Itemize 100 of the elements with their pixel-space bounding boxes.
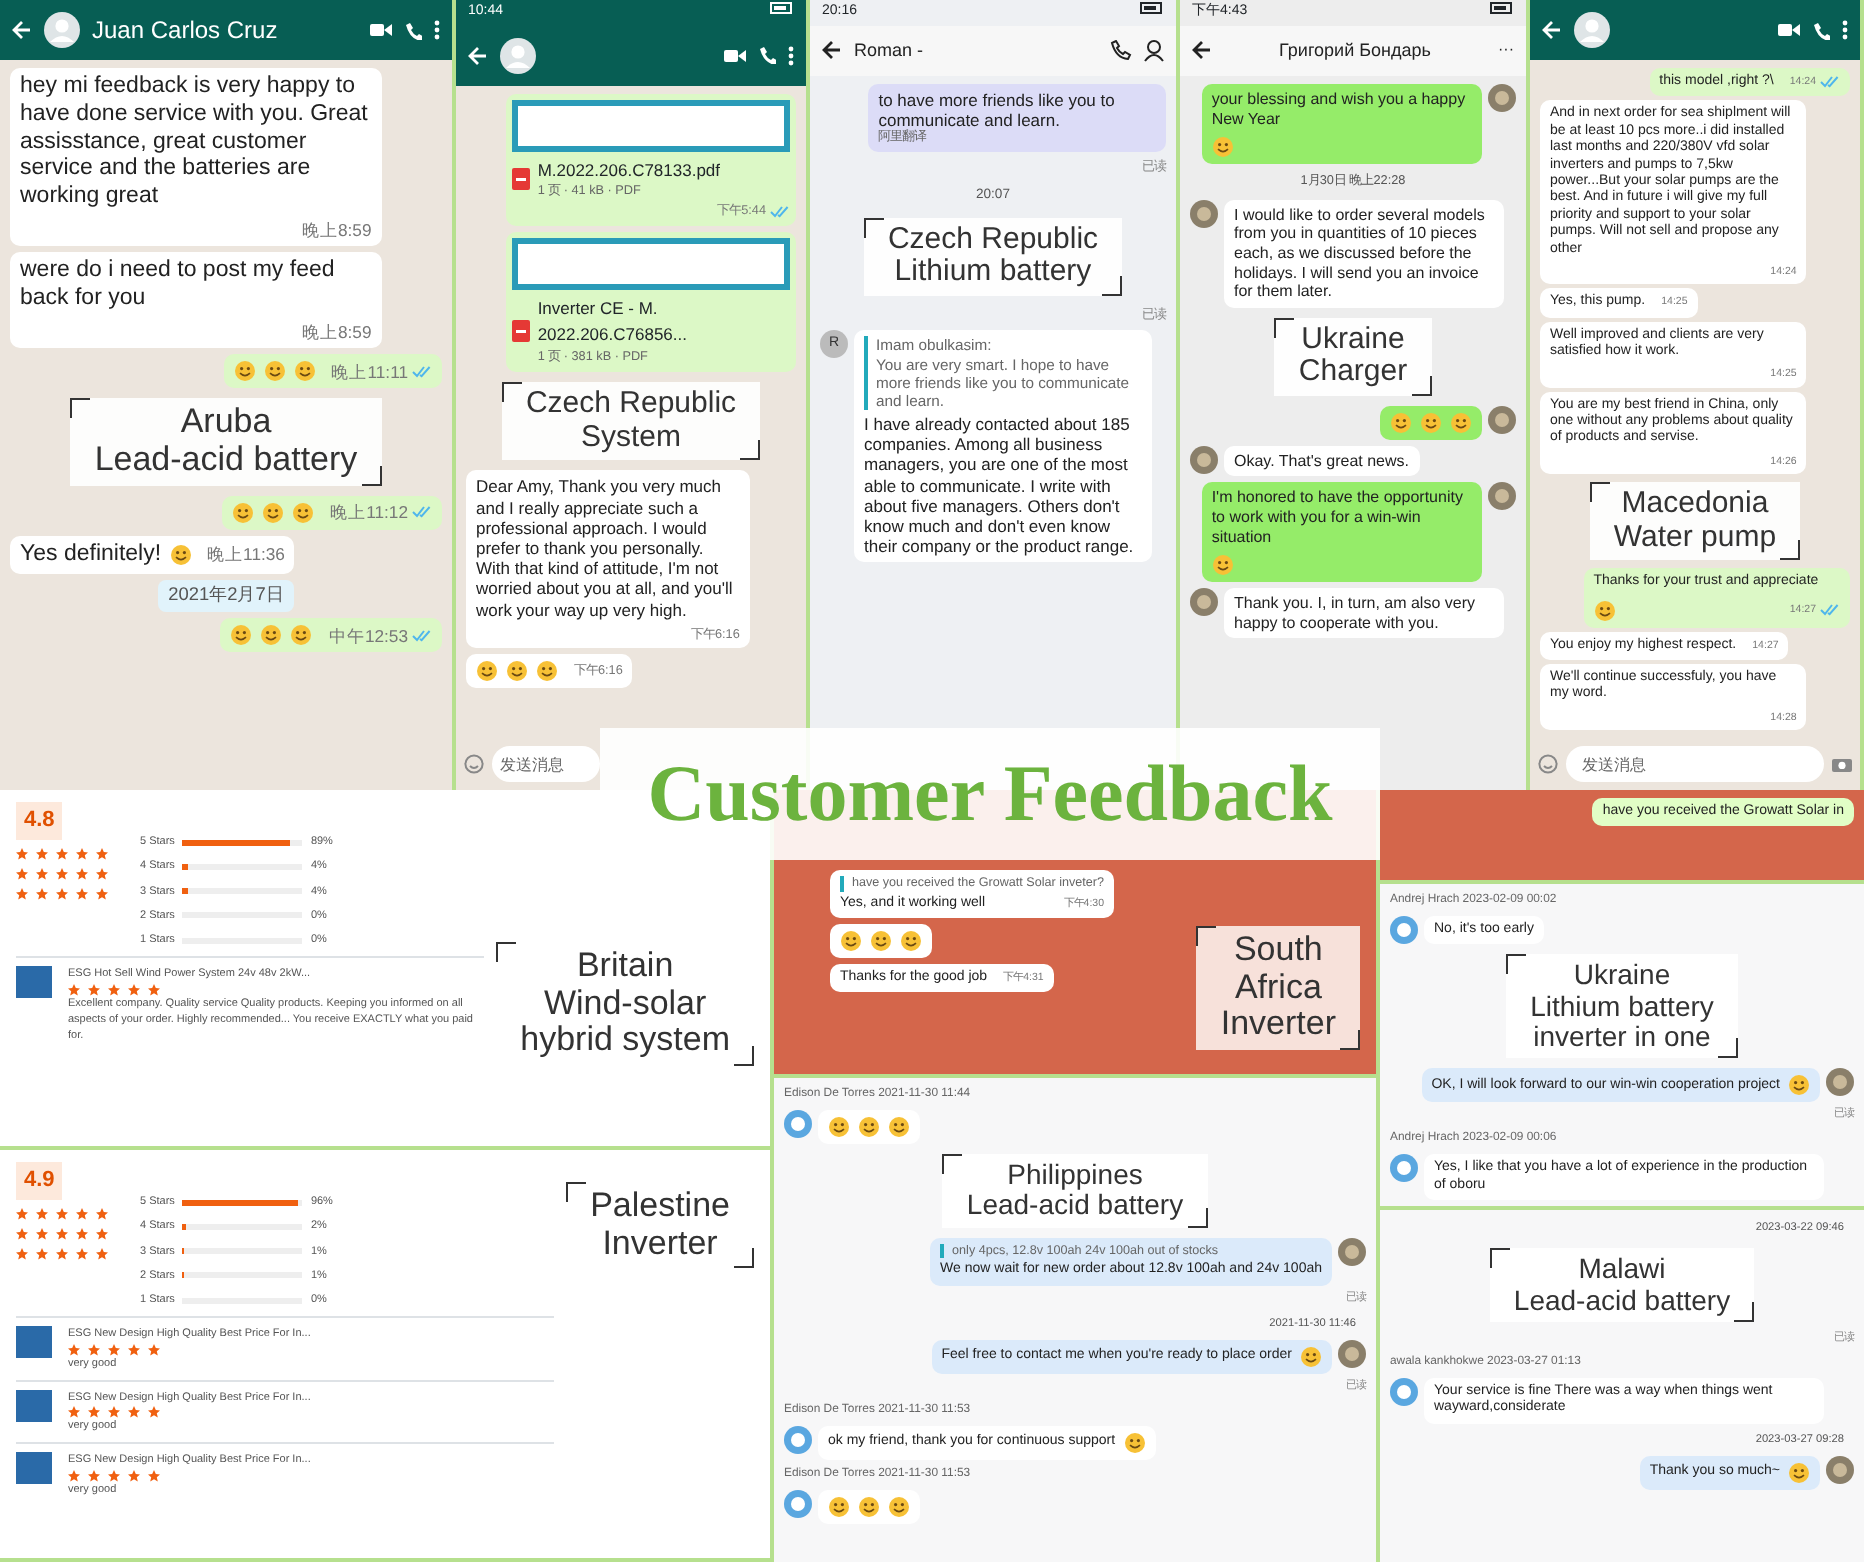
call-icon[interactable] [1110, 39, 1132, 62]
star-icon [76, 1247, 88, 1259]
star-icon [56, 867, 68, 879]
avatar-icon [1574, 12, 1610, 48]
menu-icon[interactable] [788, 45, 794, 65]
star-icon [16, 887, 28, 899]
product-thumbnail [16, 1389, 52, 1422]
avatar-icon [44, 12, 80, 48]
star-icon [16, 1207, 28, 1219]
more-button[interactable]: ··· [1498, 38, 1514, 63]
star-icon [88, 983, 100, 995]
star-icon [56, 1227, 68, 1239]
overlay-caption: Czech Republic System [501, 382, 761, 461]
emoji-icon [262, 501, 285, 524]
file-name: Inverter CE - M. 2022.206.C76856... [537, 296, 689, 348]
star-icon [76, 887, 88, 899]
overlay-caption: South Africa Inverter [1196, 925, 1360, 1050]
star-icon [128, 983, 140, 995]
star-icon [76, 847, 88, 859]
battery-icon [1140, 2, 1164, 14]
avatar-icon [784, 1489, 812, 1518]
avatar-icon [784, 1109, 812, 1138]
star-icon [108, 1406, 120, 1418]
star-icon [108, 1469, 120, 1481]
chat-title: Григорий Бондарь [1277, 37, 1433, 64]
avatar-icon [1488, 482, 1516, 511]
avatar-icon [1488, 84, 1516, 112]
emoji-icon [263, 360, 286, 383]
emoji-icon [1450, 411, 1472, 434]
back-arrow-icon[interactable] [1192, 40, 1212, 61]
star-icon [108, 983, 120, 995]
avatar-icon [1826, 1068, 1854, 1097]
menu-icon[interactable] [1842, 20, 1848, 40]
emoji-icon [506, 660, 528, 683]
message-input[interactable]: 发送消息 [1566, 746, 1824, 782]
message-input[interactable]: 发送消息 [492, 746, 600, 782]
emoji-icon [292, 501, 315, 524]
camera-icon[interactable] [1832, 756, 1852, 772]
emoji-icon [858, 1115, 880, 1138]
overlay-caption: Philippines Lead-acid battery [942, 1153, 1208, 1228]
star-icon [56, 847, 68, 859]
chat-title: Roman - [854, 37, 926, 63]
star-icon [148, 1406, 160, 1418]
star-icon [68, 1343, 80, 1355]
star-icon [148, 1343, 160, 1355]
overlay-caption: Palestine Inverter [566, 1182, 754, 1269]
message-time: 晚上8:59 [301, 321, 372, 343]
avatar-icon [1190, 588, 1218, 617]
page-title: Customer Feedback [647, 746, 1333, 842]
overlay-caption: Macedonia Water pump [1589, 482, 1801, 561]
star-icon [108, 1343, 120, 1355]
date-divider: 2021年2月7日 [158, 580, 294, 613]
emoji-icon [900, 929, 922, 952]
star-icon [128, 1469, 140, 1481]
emoji-button-icon[interactable] [1538, 754, 1558, 774]
emoji-button-icon[interactable] [464, 754, 484, 774]
avatar-icon [784, 1425, 812, 1454]
star-icon [88, 1469, 100, 1481]
star-icon [36, 847, 48, 859]
message-text: I would like to order several models from you in quantities of 10 pieces each, as we discussed before the holidays. I will send you an invoice for them later. [1234, 205, 1487, 302]
emoji-icon [293, 360, 316, 383]
call-icon[interactable] [404, 21, 422, 39]
avatar-icon [1190, 199, 1218, 228]
person-icon[interactable] [1144, 39, 1164, 62]
message-time: 晚上8:59 [301, 219, 372, 241]
star-icon [16, 1247, 28, 1259]
overlay-caption: Ukraine Charger [1274, 317, 1432, 396]
rating-score: 4.9 [16, 1162, 63, 1199]
chat-title: Juan Carlos Cruz [92, 14, 280, 48]
call-icon[interactable] [1812, 21, 1830, 39]
rating-score: 4.8 [16, 802, 63, 839]
star-icon [96, 887, 108, 899]
emoji-icon [888, 1495, 910, 1518]
avatar-icon [1826, 1456, 1854, 1485]
message-text: Okay. That's great news. [1234, 451, 1409, 471]
emoji-icon [888, 1115, 910, 1138]
star-icon [96, 1207, 108, 1219]
product-thumbnail [16, 1326, 52, 1359]
overlay-caption: Aruba Lead-acid battery [70, 398, 382, 486]
star-icon [56, 887, 68, 899]
star-icon [88, 1406, 100, 1418]
message-time: 晚上11:11 [331, 361, 408, 382]
star-icon [68, 1406, 80, 1418]
message-text: Thank you. I, in turn, am also very happy to cooperate with you. [1234, 594, 1477, 633]
call-icon[interactable] [758, 46, 776, 64]
message-text: I'm honored to have the opportunity to work with you for a win-win situation [1211, 488, 1465, 547]
video-call-icon[interactable] [370, 22, 392, 38]
star-icon [36, 1227, 48, 1239]
menu-icon[interactable] [434, 20, 440, 40]
video-call-icon[interactable] [1778, 22, 1800, 38]
star-icon [68, 983, 80, 995]
star-icon [36, 1247, 48, 1259]
avatar-icon [1488, 405, 1516, 434]
star-icon [96, 847, 108, 859]
back-arrow-icon[interactable] [822, 40, 842, 61]
video-call-icon[interactable] [724, 47, 746, 63]
message-time: 晚上11:12 [330, 501, 408, 523]
star-icon [36, 1207, 48, 1219]
message-text: were do i need to post my feed back for you [20, 258, 337, 314]
overlay-caption: Britain Wind-solar hybrid system [496, 942, 754, 1067]
